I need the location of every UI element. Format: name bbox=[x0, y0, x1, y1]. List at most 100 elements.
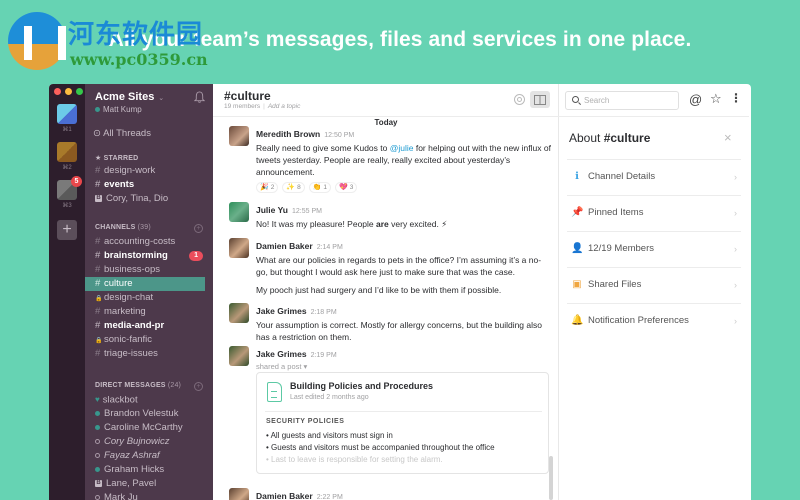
member-count[interactable]: 19 members bbox=[224, 103, 260, 110]
all-threads-link[interactable]: ⊙ All Threads bbox=[93, 128, 151, 139]
maximize-window-button[interactable] bbox=[76, 88, 83, 95]
add-dm-icon[interactable]: + bbox=[194, 382, 203, 391]
emoji-icon: ✨ bbox=[286, 184, 296, 191]
close-window-button[interactable] bbox=[54, 88, 61, 95]
sidebar-item-label: marketing bbox=[104, 306, 146, 317]
sidebar-item-cory-tina-dio[interactable]: B Cory, Tina, Dio bbox=[85, 192, 213, 206]
presence-away-icon bbox=[95, 452, 100, 458]
sidebar-item-marketing[interactable]: # marketing bbox=[85, 305, 213, 319]
sidebar-item-design-chat[interactable]: 🔒 design-chat bbox=[85, 291, 213, 305]
reaction-pill[interactable]: 🎉 2 bbox=[256, 182, 279, 193]
search-input[interactable]: Search bbox=[565, 91, 679, 110]
sidebar-item-triage-issues[interactable]: # triage-issues bbox=[85, 347, 213, 361]
mention-link[interactable]: @julie bbox=[390, 143, 414, 153]
channels-header[interactable]: CHANNELS (39) bbox=[95, 224, 151, 231]
bell-icon[interactable] bbox=[194, 91, 205, 103]
message-author[interactable]: Jake Grimes bbox=[256, 349, 307, 359]
dm-item-graham-hicks[interactable]: Graham Hicks bbox=[85, 463, 213, 477]
message-author[interactable]: Meredith Brown bbox=[256, 129, 320, 139]
channel-meta: 19 members | Add a topic bbox=[224, 103, 301, 110]
avatar[interactable] bbox=[229, 346, 249, 366]
message-time[interactable]: 2:18 PM bbox=[311, 309, 337, 316]
dm-item-mark-ju[interactable]: Mark Ju bbox=[85, 491, 213, 500]
sidebar-item-label: triage-issues bbox=[104, 348, 158, 359]
pin-icon: 📌 bbox=[571, 207, 584, 218]
reaction-pill[interactable]: 👏 1 bbox=[308, 182, 332, 193]
all-threads-label: All Threads bbox=[103, 128, 151, 139]
star-icon[interactable]: ☆ bbox=[710, 91, 722, 106]
message-time[interactable]: 12:55 PM bbox=[292, 208, 322, 215]
avatar[interactable] bbox=[229, 202, 249, 222]
message-author[interactable]: Julie Yu bbox=[256, 205, 288, 215]
more-options-icon[interactable]: ⋮ bbox=[730, 91, 742, 106]
avatar[interactable] bbox=[229, 488, 249, 500]
dm-item-label: Graham Hicks bbox=[104, 464, 165, 475]
unread-badge: 1 bbox=[189, 251, 203, 261]
message-text: What are our policies in regards to pets… bbox=[256, 255, 542, 277]
team-tile-2[interactable] bbox=[57, 142, 77, 162]
hash-icon: # bbox=[95, 320, 101, 331]
toggle-details-panel-button[interactable] bbox=[530, 91, 550, 108]
reaction-count: 1 bbox=[323, 184, 328, 191]
post-title[interactable]: Building Policies and Procedures bbox=[290, 381, 433, 391]
dm-item-caroline-mccarthy[interactable]: Caroline McCarthy bbox=[85, 421, 213, 435]
message-text: Really need to give some Kudos to @julie… bbox=[256, 142, 551, 178]
reactions: 🎉 2 ✨ 8 👏 1 💖 3 bbox=[256, 182, 551, 193]
details-item-shared-files[interactable]: ▣ Shared Files › bbox=[567, 267, 741, 303]
add-channel-icon[interactable]: + bbox=[194, 224, 203, 233]
details-item-channel-details[interactable]: ℹ Channel Details › bbox=[567, 159, 741, 195]
avatar[interactable] bbox=[229, 238, 249, 258]
message-author[interactable]: Damien Baker bbox=[256, 491, 313, 500]
direct-messages-header[interactable]: DIRECT MESSAGES (24) bbox=[95, 382, 181, 389]
message-scrollbar[interactable] bbox=[549, 456, 553, 500]
dm-item-cory-bujnowicz[interactable]: Cory Bujnowicz bbox=[85, 435, 213, 449]
close-icon[interactable]: × bbox=[724, 130, 732, 145]
message-time[interactable]: 2:14 PM bbox=[317, 244, 343, 251]
workspace-menu[interactable]: Acme Sites ⌄ bbox=[95, 91, 164, 103]
chevron-down-icon: ⌄ bbox=[156, 95, 165, 102]
sidebar-item-culture[interactable]: # culture bbox=[85, 277, 205, 291]
sidebar-item-events[interactable]: # events bbox=[85, 178, 213, 192]
dm-item-brandon-velestuk[interactable]: Brandon Velestuk bbox=[85, 407, 213, 421]
avatar[interactable] bbox=[229, 303, 249, 323]
shared-post-card[interactable]: Building Policies and Procedures Last ed… bbox=[256, 372, 549, 474]
add-team-button[interactable]: + bbox=[57, 220, 77, 240]
avatar[interactable] bbox=[229, 126, 249, 146]
dm-item-fayaz-ashraf[interactable]: Fayaz Ashraf bbox=[85, 449, 213, 463]
details-item-12-19-members[interactable]: 👤 12/19 Members › bbox=[567, 231, 741, 267]
add-topic-link[interactable]: Add a topic bbox=[268, 103, 301, 110]
text-segment: very excited. ⚡ bbox=[388, 219, 448, 229]
gear-icon[interactable] bbox=[514, 94, 525, 105]
sidebar-item-design-work[interactable]: # design-work bbox=[85, 164, 213, 178]
sidebar-item-media-and-pr[interactable]: # media-and-pr bbox=[85, 319, 213, 333]
message-time[interactable]: 2:22 PM bbox=[317, 494, 343, 500]
message-time[interactable]: 12:50 PM bbox=[324, 132, 354, 139]
sidebar-item-label: events bbox=[104, 179, 135, 190]
hash-icon: # bbox=[95, 236, 101, 247]
message-author[interactable]: Damien Baker bbox=[256, 241, 313, 251]
sidebar-item-sonic-fanfic[interactable]: 🔒 sonic-fanfic bbox=[85, 333, 213, 347]
mentions-icon[interactable]: @ bbox=[689, 92, 702, 107]
shared-post-label[interactable]: shared a post ▾ bbox=[256, 362, 551, 371]
sidebar-item-brainstorming[interactable]: # brainstorming 1 bbox=[85, 249, 213, 263]
chevron-right-icon: › bbox=[734, 244, 737, 254]
emoji-icon: 🎉 bbox=[260, 184, 269, 191]
dm-label: DIRECT MESSAGES bbox=[95, 382, 166, 389]
dm-item-label: Caroline McCarthy bbox=[104, 422, 183, 433]
reaction-pill[interactable]: ✨ 8 bbox=[282, 182, 305, 193]
about-title: About #culture bbox=[569, 131, 650, 145]
presence-icon bbox=[95, 107, 100, 113]
team-tile-1[interactable] bbox=[57, 104, 77, 124]
minimize-window-button[interactable] bbox=[65, 88, 72, 95]
sidebar-item-accounting-costs[interactable]: # accounting-costs bbox=[85, 235, 213, 249]
sidebar-item-label: Cory, Tina, Dio bbox=[106, 193, 169, 204]
sidebar-item-business-ops[interactable]: # business-ops bbox=[85, 263, 213, 277]
details-item-pinned-items[interactable]: 📌 Pinned Items › bbox=[567, 195, 741, 231]
post-list-item: • All guests and visitors must sign in bbox=[266, 431, 393, 440]
dm-item-lane-pavel[interactable]: B Lane, Pavel bbox=[85, 477, 213, 491]
message-time[interactable]: 2:19 PM bbox=[311, 352, 337, 359]
message-author[interactable]: Jake Grimes bbox=[256, 306, 307, 316]
dm-item-slackbot[interactable]: ♥ slackbot bbox=[85, 393, 213, 407]
reaction-pill[interactable]: 💖 3 bbox=[335, 182, 358, 193]
details-item-notification-preferences[interactable]: 🔔 Notification Preferences › bbox=[567, 303, 741, 339]
